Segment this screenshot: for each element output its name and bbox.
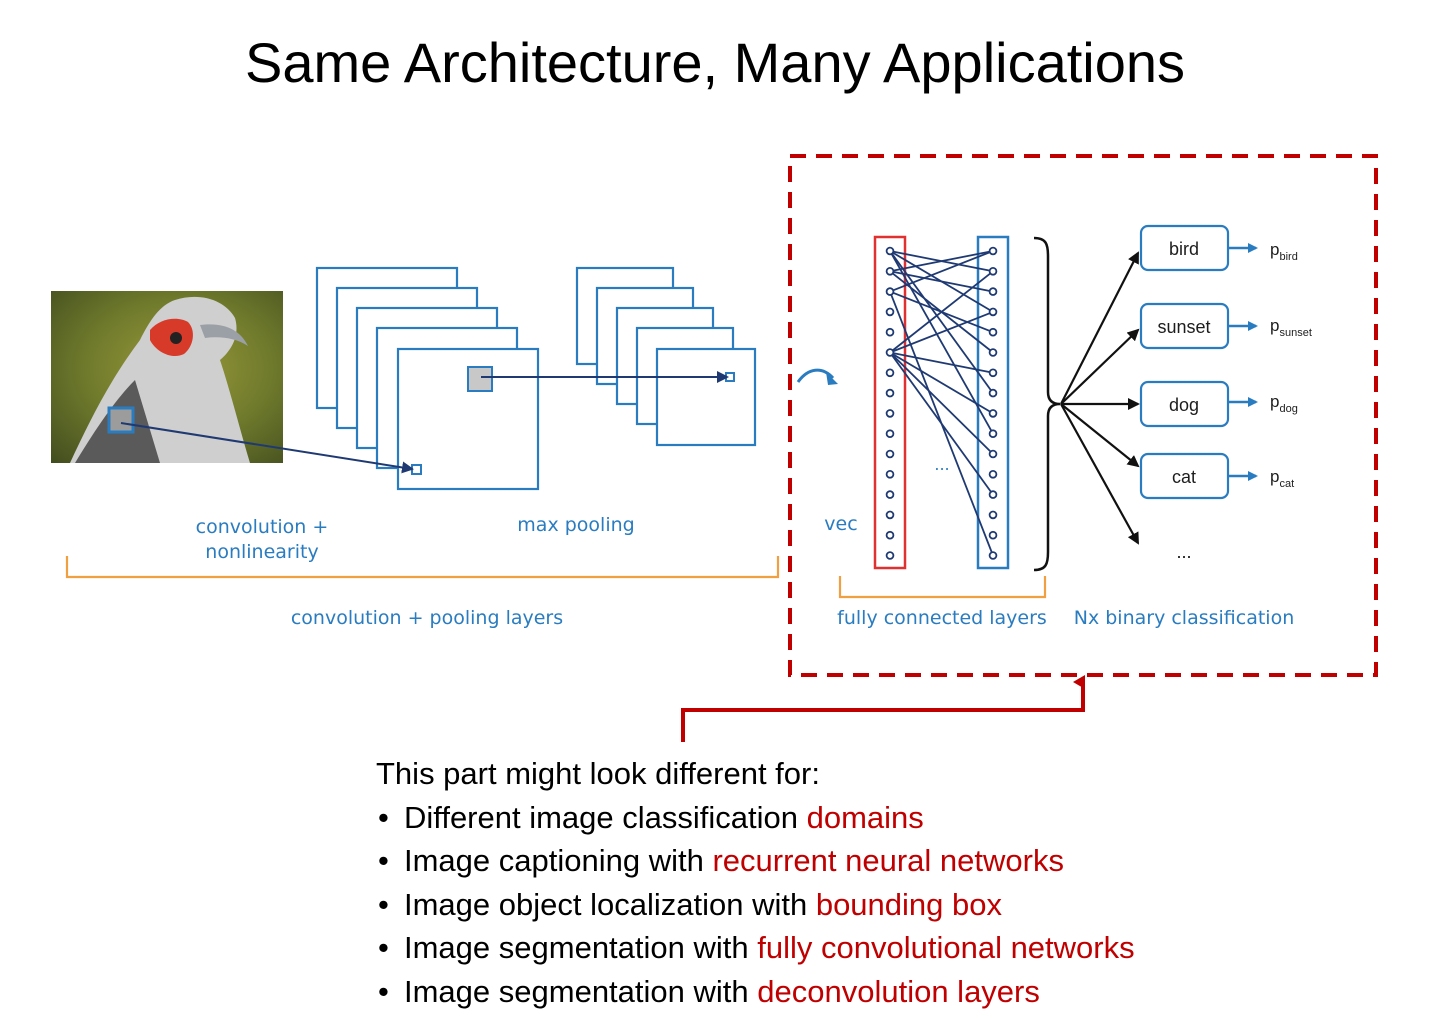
vec-node	[885, 469, 895, 479]
vec-node	[885, 287, 895, 296]
conv-output-cell	[411, 464, 422, 475]
vec-node	[885, 490, 895, 499]
bird-photo	[51, 291, 283, 463]
bullet-item: Image object localization with bounding …	[376, 883, 1376, 927]
fc-node	[988, 449, 998, 459]
vec-node	[885, 388, 895, 398]
class-node-dog: dog pdog	[1139, 380, 1298, 428]
prob-bird: pbird	[1270, 240, 1298, 263]
vec-node	[885, 449, 895, 459]
fc-ellipsis: ...	[934, 455, 949, 474]
bullet-item: Different image classification domains	[376, 796, 1376, 840]
conv-label-line2: nonlinearity	[205, 541, 318, 563]
fc-brace	[1033, 236, 1061, 572]
prob-sunset: psunset	[1270, 316, 1312, 339]
conv-pool-layers-label: convolution + pooling layers	[291, 607, 563, 629]
intro-text: This part might look different for:	[376, 756, 820, 791]
svg-text:bird: bird	[1169, 239, 1199, 259]
vec-node	[885, 327, 895, 337]
bullet-item: Image segmentation with fully convolutio…	[376, 926, 1376, 970]
fc-node	[988, 530, 998, 540]
prob-cat: pcat	[1270, 467, 1294, 490]
class-node-sunset: sunset psunset	[1139, 302, 1312, 350]
fc-layers-label: fully connected layers	[837, 607, 1047, 629]
class-node-bird: bird pbird	[1139, 224, 1298, 272]
prob-dog: pdog	[1270, 392, 1298, 415]
fc-node	[988, 287, 998, 296]
fc-node	[988, 469, 998, 479]
vec-node	[885, 246, 895, 256]
classification-arrows	[1060, 251, 1140, 545]
class-node-cat: cat pcat	[1139, 452, 1294, 500]
vec-node	[885, 266, 895, 276]
bullet-item: Image captioning with recurrent neural n…	[376, 839, 1376, 883]
fc-node	[988, 368, 998, 378]
nx-binary-label: Nx binary classification	[1074, 607, 1295, 629]
vec-node	[885, 510, 895, 520]
input-receptive-field	[107, 406, 135, 434]
conv-pool-window	[467, 366, 493, 392]
fc-node	[988, 551, 998, 560]
svg-text:dog: dog	[1169, 395, 1199, 415]
conv-label-line1: convolution +	[196, 516, 329, 538]
highlight-pointer-arrow	[681, 675, 1085, 742]
conv-feature-maps	[315, 266, 540, 491]
pool-label: max pooling	[517, 514, 634, 536]
vec-node	[885, 409, 895, 418]
fc-bracket	[838, 576, 1047, 599]
fc-node	[988, 388, 998, 398]
conv-pool-bracket	[65, 556, 780, 579]
fc-node	[988, 266, 998, 276]
svg-text:sunset: sunset	[1157, 317, 1210, 337]
vec-node	[885, 551, 895, 560]
fc-nodes	[988, 246, 998, 560]
applications-list: This part might look different for: Diff…	[376, 752, 1376, 1013]
vec-label: vec	[824, 513, 857, 535]
fc-node	[988, 510, 998, 520]
fc-node	[988, 307, 998, 317]
fc-node	[988, 490, 998, 499]
pool-output-cell	[725, 372, 735, 382]
pooled-feature-maps	[575, 266, 757, 447]
more-classes-ellipsis: ...	[1176, 542, 1191, 562]
fc-node	[988, 246, 998, 256]
fc-node	[988, 327, 998, 337]
svg-text:cat: cat	[1172, 467, 1196, 487]
vec-node	[885, 307, 895, 317]
vec-node	[885, 368, 895, 378]
vec-node	[885, 429, 895, 439]
vec-nodes	[885, 246, 895, 560]
fc-node	[988, 429, 998, 439]
fc-node	[988, 348, 998, 357]
bullet-item: Image segmentation with deconvolution la…	[376, 970, 1376, 1014]
vec-node	[885, 530, 895, 540]
fc-node	[988, 409, 998, 418]
vec-node	[885, 348, 895, 357]
